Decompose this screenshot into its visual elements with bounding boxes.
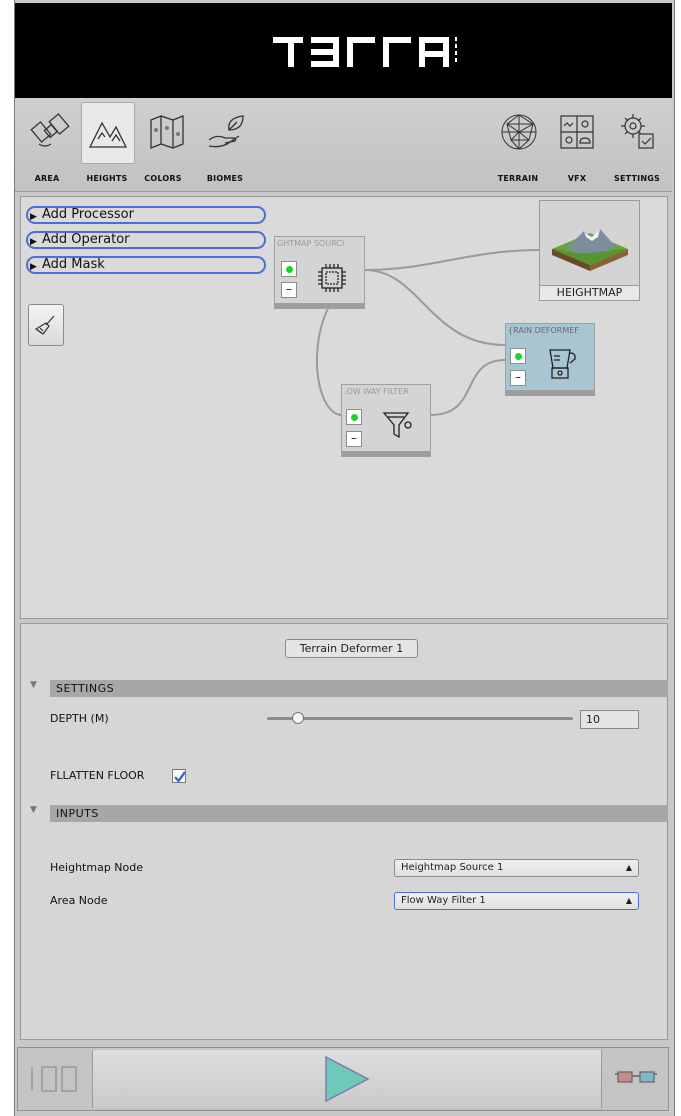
play-icon <box>325 1055 370 1103</box>
node-footer <box>342 451 430 456</box>
play-triangle-icon: ▶ <box>30 262 37 272</box>
add-mask-label: Add Mask <box>42 257 105 272</box>
generate-play-button[interactable] <box>92 1050 602 1108</box>
blender-icon <box>549 349 576 379</box>
node-footer <box>506 390 594 395</box>
node-collapse-button[interactable]: – <box>346 431 362 447</box>
node-enabled-toggle[interactable] <box>510 348 526 364</box>
add-operator-label: Add Operator <box>42 232 130 247</box>
heightmap-label: HEIGHTMAP <box>540 285 639 300</box>
area-node-dropdown[interactable]: Flow Way Filter 1 ▲ <box>394 892 639 910</box>
counter-value: 100 <box>24 1062 47 1065</box>
play-triangle-icon: ▶ <box>30 212 37 222</box>
flatten-floor-checkbox[interactable] <box>172 769 186 783</box>
heightmap-node-dropdown[interactable]: Heightmap Source 1 ▲ <box>394 859 639 877</box>
depth-slider-thumb[interactable] <box>291 712 304 724</box>
node-connections <box>315 249 540 416</box>
node-title: .OW WAY FILTER <box>344 387 409 396</box>
node-collapse-button[interactable]: – <box>510 370 526 386</box>
depth-slider-track[interactable] <box>267 717 573 720</box>
node-terrain-deformer[interactable]: {RAIN DEFORMEF – <box>505 323 595 396</box>
dropdown-arrows-icon: ▲ <box>625 863 632 872</box>
inputs-section-header[interactable]: INPUTS <box>50 805 668 822</box>
play-triangle-icon: ▶ <box>30 237 37 247</box>
counter-display: 100 <box>24 1062 77 1092</box>
green-led-icon <box>350 413 358 421</box>
add-mask-button[interactable]: ▶ Add Mask <box>26 256 266 274</box>
add-processor-label: Add Processor <box>42 207 134 222</box>
area-node-label: Area Node <box>50 894 108 907</box>
node-name-label[interactable]: Terrain Deformer 1 <box>285 639 418 658</box>
heightmap-node-value: Heightmap Source 1 <box>401 862 504 873</box>
3d-glasses-icon[interactable] <box>614 1066 658 1090</box>
node-enabled-toggle[interactable] <box>346 409 362 425</box>
heightmap-node-label: Heightmap Node <box>50 861 144 874</box>
chip-icon <box>318 264 346 292</box>
node-enabled-toggle[interactable] <box>281 261 297 277</box>
depth-label: DEPTH (M) <box>50 712 109 725</box>
node-title: {RAIN DEFORMEF <box>508 326 579 335</box>
flatten-floor-label: FLLATTEN FLOOR <box>50 769 145 782</box>
add-operator-button[interactable]: ▶ Add Operator <box>26 231 266 249</box>
area-node-value: Flow Way Filter 1 <box>401 895 486 906</box>
dropdown-arrows-icon: ▲ <box>625 896 632 905</box>
depth-value-field[interactable]: 10 <box>580 710 639 729</box>
node-heightmap-source[interactable]: GHTMAP SOURCI – <box>274 236 365 309</box>
node-footer <box>275 303 364 308</box>
heightmap-preview-node[interactable]: HEIGHTMAP <box>539 200 640 301</box>
checkmark-icon <box>174 771 186 783</box>
green-led-icon <box>285 265 293 273</box>
add-processor-button[interactable]: ▶ Add Processor <box>26 206 266 224</box>
clear-graph-button[interactable] <box>28 304 64 346</box>
inputs-foldout-icon[interactable]: ▼ <box>30 805 37 815</box>
node-collapse-button[interactable]: – <box>281 282 297 298</box>
settings-section-header[interactable]: SETTINGS <box>50 680 668 697</box>
settings-foldout-icon[interactable]: ▼ <box>30 680 37 690</box>
broom-icon <box>34 315 55 335</box>
green-led-icon <box>514 352 522 360</box>
funnel-icon <box>382 412 412 439</box>
node-title: GHTMAP SOURCI <box>277 239 345 248</box>
terrain-preview-image <box>552 229 628 271</box>
node-flow-way-filter[interactable]: .OW WAY FILTER – <box>341 384 431 457</box>
